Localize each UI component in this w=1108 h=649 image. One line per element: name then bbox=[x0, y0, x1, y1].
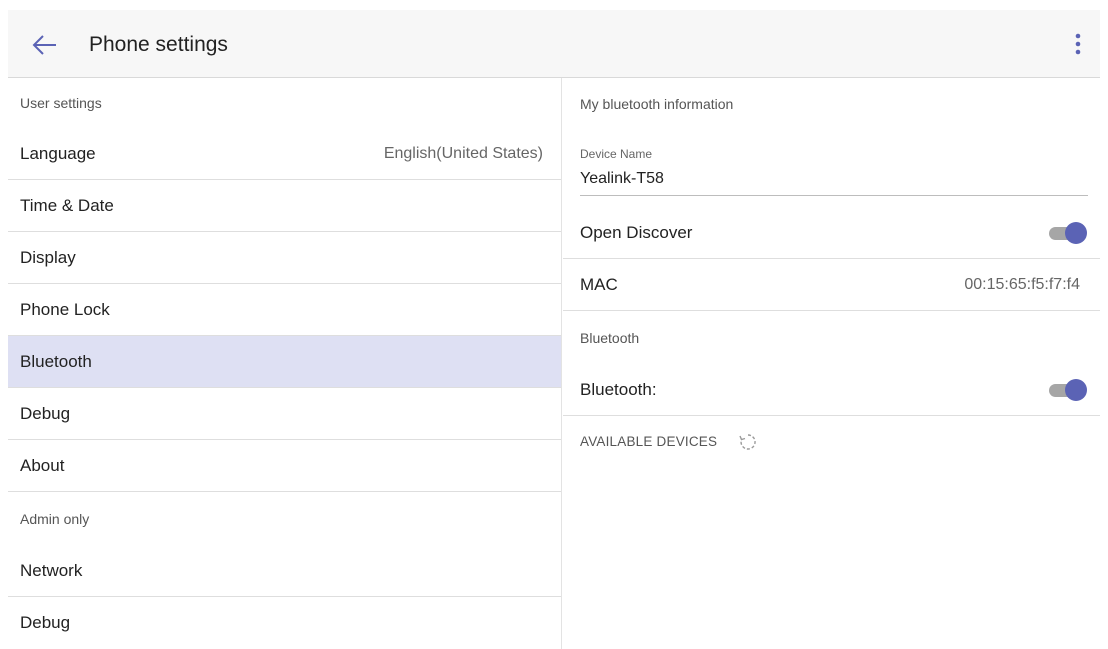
section-header-user-settings: User settings bbox=[20, 95, 102, 111]
bluetooth-row: Bluetooth: bbox=[563, 364, 1100, 416]
menu-item-label: Time & Date bbox=[20, 196, 114, 215]
menu-item-label: Phone Lock bbox=[20, 300, 110, 319]
menu-item-time-date[interactable]: Time & Date bbox=[8, 180, 561, 232]
back-button[interactable] bbox=[30, 30, 60, 60]
menu-item-label: Language bbox=[20, 144, 96, 163]
toggle-thumb bbox=[1065, 222, 1087, 244]
menu-item-label: Debug bbox=[20, 613, 71, 632]
open-discover-label: Open Discover bbox=[580, 223, 693, 242]
bluetooth-panel: My bluetooth information Device Name Ope… bbox=[563, 78, 1100, 649]
menu-item-label: About bbox=[20, 456, 65, 475]
menu-item-phone-lock[interactable]: Phone Lock bbox=[8, 284, 561, 336]
section-header-bluetooth-info: My bluetooth information bbox=[580, 96, 734, 112]
menu-item-debug[interactable]: Debug bbox=[8, 388, 561, 440]
menu-item-bluetooth[interactable]: Bluetooth bbox=[8, 336, 561, 388]
phone-settings-screen: Phone settings User settings Language En… bbox=[0, 0, 1108, 649]
bluetooth-label: Bluetooth: bbox=[580, 380, 657, 399]
section-header-bluetooth: Bluetooth bbox=[580, 330, 640, 346]
mac-row: MAC 00:15:65:f5:f7:f4 bbox=[563, 259, 1100, 311]
menu-item-label: Display bbox=[20, 248, 76, 267]
language-value: English(United States) bbox=[383, 145, 543, 162]
open-discover-toggle[interactable] bbox=[1047, 222, 1087, 244]
overflow-menu-button[interactable] bbox=[1066, 30, 1090, 60]
device-name-label: Device Name bbox=[580, 147, 653, 161]
bluetooth-toggle[interactable] bbox=[1047, 379, 1087, 401]
menu-item-display[interactable]: Display bbox=[8, 232, 561, 284]
available-devices-header: AVAILABLE DEVICES bbox=[580, 434, 718, 449]
menu-item-label: Debug bbox=[20, 404, 71, 423]
mac-value: 00:15:65:f5:f7:f4 bbox=[964, 276, 1080, 293]
menu-item-label: Network bbox=[20, 561, 83, 580]
menu-item-admin-debug[interactable]: Debug bbox=[8, 597, 561, 649]
refresh-spinner-icon[interactable] bbox=[737, 431, 759, 453]
more-vert-icon bbox=[1075, 33, 1081, 55]
open-discover-row: Open Discover bbox=[563, 207, 1100, 259]
app-header: Phone settings bbox=[8, 10, 1100, 78]
spinner-svg bbox=[739, 434, 756, 450]
menu-item-about[interactable]: About bbox=[8, 440, 561, 492]
page-title: Phone settings bbox=[89, 33, 228, 56]
menu-item-language[interactable]: Language English(United States) bbox=[8, 128, 561, 180]
menu-item-network[interactable]: Network bbox=[8, 545, 561, 597]
mac-label: MAC bbox=[580, 275, 618, 294]
device-name-field[interactable] bbox=[580, 162, 1088, 196]
menu-item-label: Bluetooth bbox=[20, 352, 92, 371]
toggle-thumb bbox=[1065, 379, 1087, 401]
section-header-admin-only: Admin only bbox=[20, 511, 90, 527]
settings-menu: User settings Language English(United St… bbox=[8, 78, 562, 649]
arrow-left-icon bbox=[32, 35, 56, 55]
